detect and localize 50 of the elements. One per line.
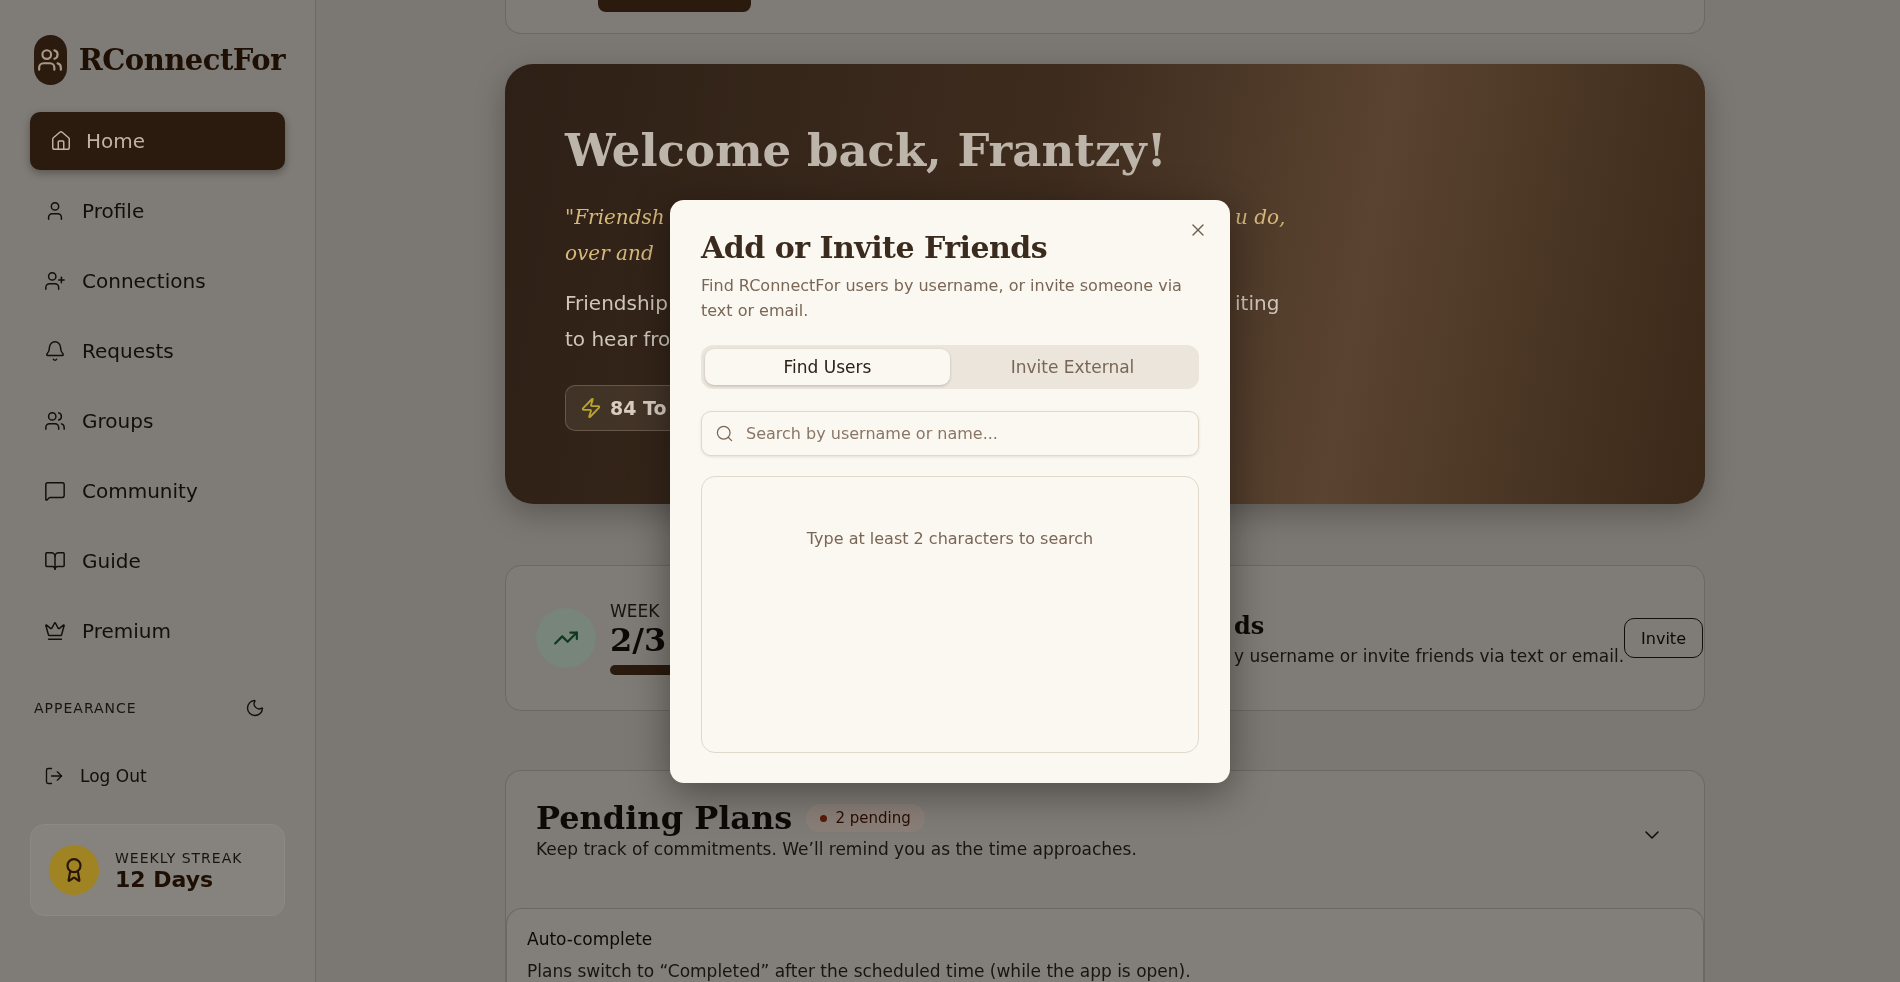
nav-item[interactable]: Profile <box>30 182 285 240</box>
dialog-description: Find RConnectFor users by username, or invite someone via text or email. <box>701 275 1183 322</box>
tokens-badge: 84 To <box>565 385 670 431</box>
empty-message: Type at least 2 characters to search <box>806 529 1094 548</box>
info-title: Auto-complete <box>527 929 654 949</box>
speech-bubble-icon <box>44 480 66 502</box>
house-icon <box>50 130 72 152</box>
search-icon <box>715 424 734 443</box>
logout-link[interactable]: Log Out <box>30 758 285 794</box>
nav-item[interactable]: Groups <box>30 392 285 450</box>
nav-item[interactable]: Community <box>30 462 285 520</box>
logout-icon <box>44 766 64 786</box>
add-person-icon <box>44 270 66 292</box>
nav-item[interactable]: Connections <box>30 252 285 310</box>
section-subtitle: Keep track of commitments. We’ll remind you as the time approaches. <box>536 839 1137 859</box>
search-field[interactable]: Search by username or name... <box>701 411 1199 456</box>
welcome-title: Welcome back, Frantzy! <box>565 124 1167 177</box>
stat-value: 2/3 <box>610 621 668 659</box>
info-description: Plans switch to “Completed” after the scheduled time (while the app is open). <box>527 961 1192 981</box>
streak-label: WEEKLY STREAK <box>115 850 243 866</box>
quote-text: u do, <box>1235 204 1286 231</box>
bell-icon <box>44 340 66 362</box>
tab[interactable]: Find Users <box>705 349 950 385</box>
medal-icon <box>49 845 99 895</box>
book-icon <box>44 550 66 572</box>
section-title: Pending Plans <box>536 799 793 837</box>
card-title: ds <box>1234 610 1266 640</box>
dialog-title: Add or Invite Friends <box>701 230 1049 265</box>
nav-item[interactable]: Requests <box>30 322 285 380</box>
streak-value: 12 Days <box>115 867 215 892</box>
pending-badge: 2 pending <box>806 804 925 832</box>
tab[interactable]: Invite External <box>950 349 1195 385</box>
crown-icon <box>44 620 66 642</box>
section-label: APPEARANCE <box>34 700 137 716</box>
quote-text: over and <box>565 240 654 267</box>
intro-text: Friendship <box>565 290 668 317</box>
card-description: y username or invite friends via text or email. <box>1234 645 1625 666</box>
stat-label: WEEK <box>610 601 661 621</box>
moon-icon[interactable] <box>245 698 265 718</box>
quote-text: "Friendsh <box>565 204 665 231</box>
intro-text: to hear fro <box>565 326 671 353</box>
people-icon <box>44 410 66 432</box>
lightning-icon <box>580 397 602 419</box>
nav-item[interactable]: Premium <box>30 602 285 660</box>
invite-button[interactable]: Invite <box>1624 618 1703 658</box>
nav-item[interactable]: Guide <box>30 532 285 590</box>
logo-icon <box>34 35 67 85</box>
nav-item[interactable]: Home <box>30 112 285 170</box>
intro-text: iting <box>1235 290 1280 317</box>
brand-name: RConnectFor <box>78 43 285 77</box>
